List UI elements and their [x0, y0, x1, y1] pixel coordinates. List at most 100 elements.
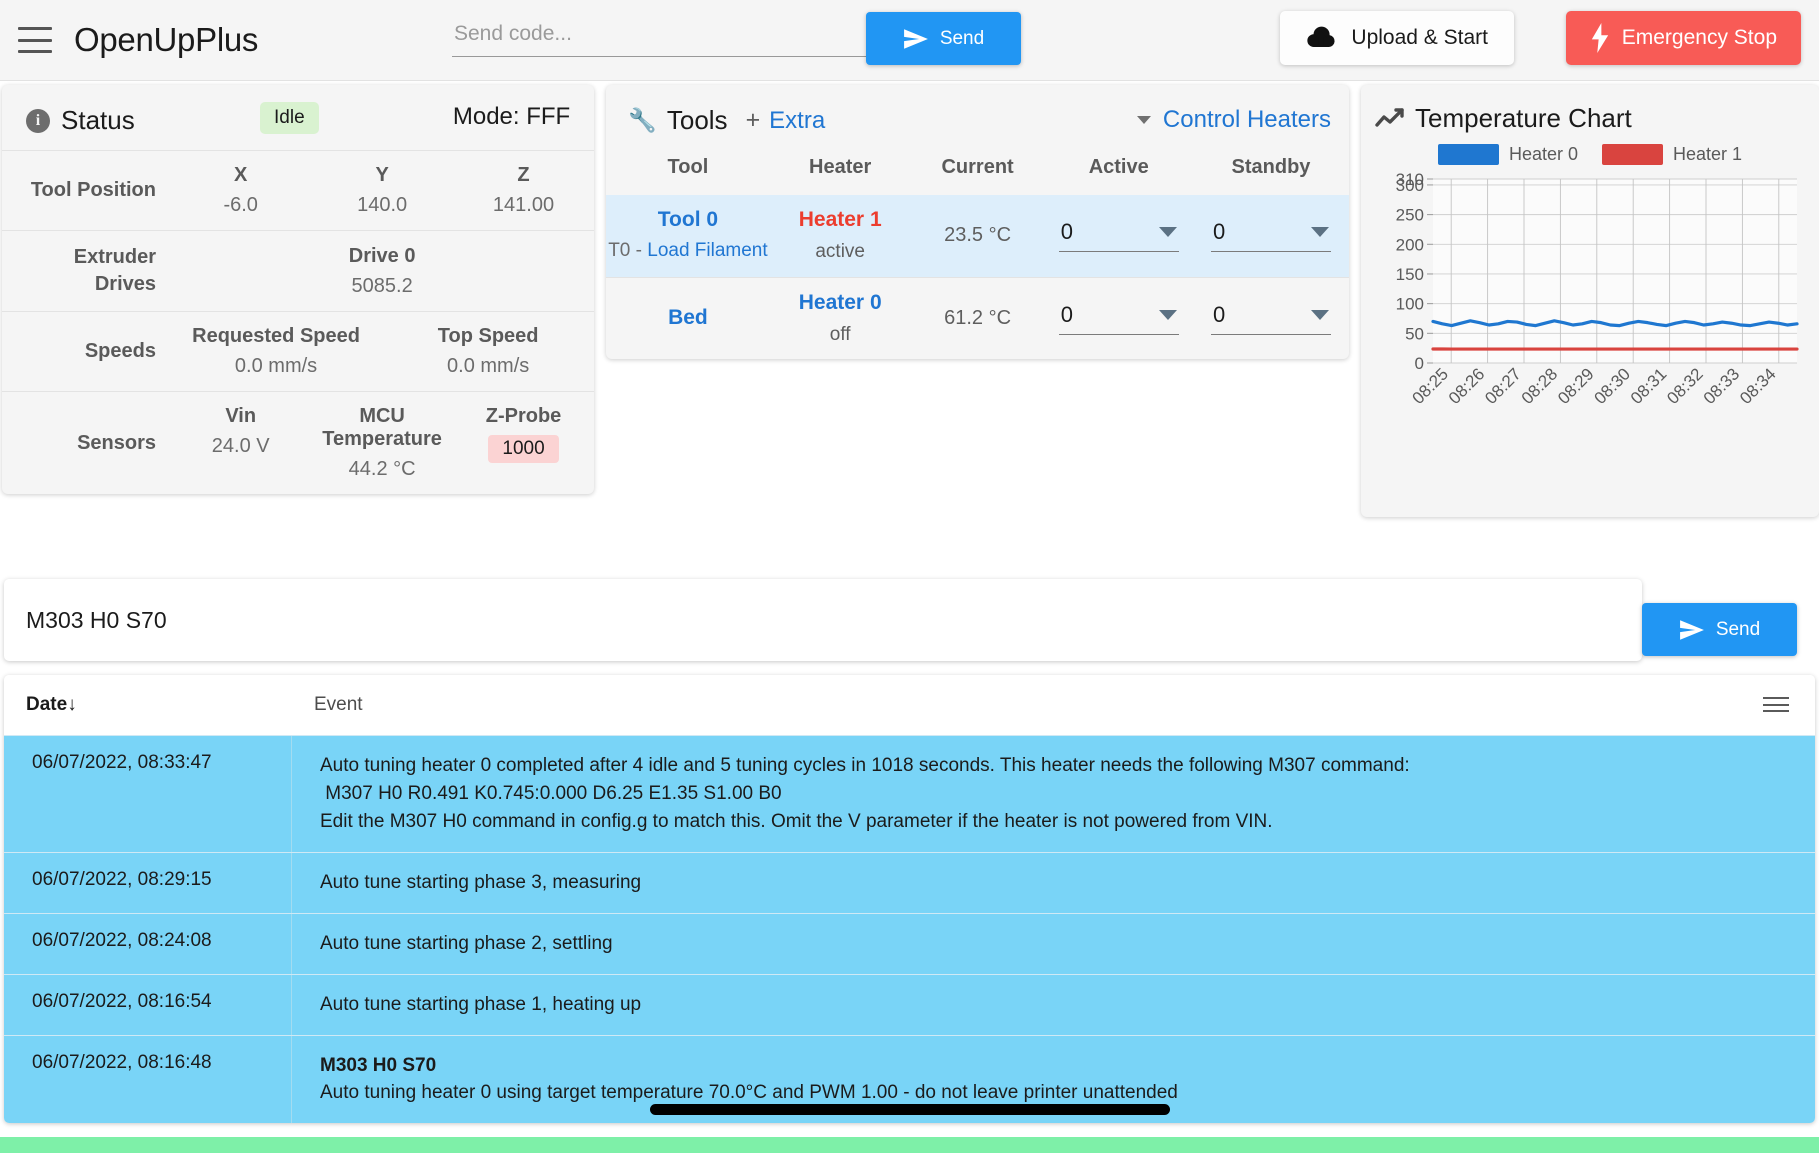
info-icon: i — [26, 108, 50, 133]
legend-swatch-heater1 — [1602, 144, 1663, 165]
status-row-tool-position: Tool Position X -6.0 Y 140.0 Z 141.00 — [2, 150, 595, 230]
status-cell-z-probe: Z-Probe 1000 — [453, 405, 594, 481]
upload-and-start-label: Upload & Start — [1351, 26, 1488, 49]
send-code-input[interactable] — [452, 18, 882, 57]
status-cell-value: 0.0 mm/s — [234, 355, 318, 377]
sort-descending-icon[interactable]: ↓ — [67, 694, 77, 715]
status-cell-head: Requested Speed — [192, 325, 360, 347]
legend-item-heater0[interactable]: Heater 0 — [1437, 144, 1578, 165]
control-heaters-link[interactable]: Control Heaters — [1163, 106, 1331, 134]
log-col-event[interactable]: Event — [314, 694, 363, 716]
app-brand-title: OpenUpPlus — [74, 21, 259, 58]
tools-panel-title: Tools — [666, 105, 728, 135]
standby-temperature-value: 0 — [1212, 301, 1226, 327]
status-cell-value: 24.0 V — [211, 435, 270, 457]
status-cell-value: 5085.2 — [351, 274, 413, 297]
tool-link[interactable]: Tool 0 — [606, 208, 769, 232]
status-cell-vin: Vin 24.0 V — [170, 405, 311, 481]
tools-panel: 🔧 Tools + Extra Control Heaters Tool Hea… — [606, 85, 1349, 359]
horizontal-scrollbar[interactable] — [649, 1104, 1170, 1116]
status-cell-head: X — [234, 164, 248, 186]
status-row-label: Tool Position — [30, 179, 156, 201]
active-temperature-value: 0 — [1060, 219, 1073, 245]
legend-label-heater0: Heater 0 — [1508, 144, 1578, 164]
status-mode-label: Mode: FFF — [452, 103, 571, 130]
svg-text:200: 200 — [1396, 235, 1424, 254]
wrench-icon: 🔧 — [628, 107, 657, 133]
app-header: OpenUpPlus Send Upload & Start Emergency… — [0, 0, 1819, 81]
chart-title: Temperature Chart — [1415, 103, 1632, 133]
status-row-extruder-drives: Extruder Drives Drive 0 5085.2 — [2, 230, 595, 311]
chevron-down-icon[interactable] — [1310, 309, 1329, 320]
chevron-down-icon[interactable] — [1136, 116, 1151, 124]
status-cell-requested-speed: Requested Speed 0.0 mm/s — [170, 325, 382, 378]
heater-state: off — [829, 323, 851, 345]
bed-link[interactable]: Bed — [606, 306, 769, 330]
dashboard-panels: i Status Idle Mode: FFF Tool Position X … — [0, 81, 1819, 561]
chevron-down-icon[interactable] — [1310, 227, 1329, 238]
log-row-date: 06/07/2022, 08:29:15 — [4, 852, 292, 913]
log-row-date: 06/07/2022, 08:33:47 — [4, 736, 292, 852]
console-send-button-label: Send — [1715, 618, 1761, 640]
status-cell-value: 141.00 — [492, 194, 555, 216]
console-send-button[interactable]: Send — [1642, 603, 1797, 656]
tools-table-row: Bed Heater 0 off 61.2 °C 0 0 — [606, 277, 1349, 359]
chevron-down-icon[interactable] — [1158, 227, 1177, 238]
extra-link[interactable]: Extra — [769, 107, 825, 135]
log-options-menu-icon[interactable] — [1763, 697, 1789, 712]
send-code-button[interactable]: Send — [866, 12, 1021, 65]
emergency-stop-button[interactable]: Emergency Stop — [1565, 11, 1801, 65]
heater-link[interactable]: Heater 0 — [770, 291, 911, 315]
svg-text:08:29: 08:29 — [1554, 364, 1598, 408]
active-temperature-dropdown[interactable]: 0 — [1058, 301, 1179, 335]
active-temperature-dropdown[interactable]: 0 — [1058, 219, 1179, 253]
svg-text:08:26: 08:26 — [1445, 364, 1489, 408]
svg-text:08:33: 08:33 — [1700, 364, 1744, 408]
status-cell-head: Z-Probe — [485, 405, 562, 427]
standby-temperature-dropdown[interactable]: 0 — [1210, 219, 1331, 253]
temperature-chart-panel: Temperature Chart Heater 0 Heater 1 0 50 1… — [1361, 85, 1819, 517]
legend-item-heater1[interactable]: Heater 1 — [1602, 144, 1742, 165]
send-code-field-wrap — [452, 18, 882, 57]
active-temperature-value: 0 — [1060, 301, 1073, 327]
upload-and-start-button[interactable]: Upload & Start — [1280, 11, 1514, 65]
log-col-date[interactable]: Date↓ — [26, 694, 314, 716]
standby-temperature-dropdown[interactable]: 0 — [1210, 301, 1331, 335]
load-filament-link[interactable]: Load Filament — [647, 240, 767, 261]
heater-state: active — [815, 241, 865, 263]
log-table-row: 06/07/2022, 08:24:08 Auto tune starting … — [4, 912, 1815, 974]
log-table-header: Date↓ Event — [4, 675, 1815, 735]
standby-temperature-value: 0 — [1212, 219, 1226, 245]
status-panel-title: Status — [61, 105, 135, 135]
col-tool: Tool — [667, 156, 709, 178]
control-heaters-group[interactable]: Control Heaters — [1136, 106, 1331, 134]
svg-text:50: 50 — [1405, 324, 1424, 343]
log-row-date: 06/07/2022, 08:24:08 — [4, 913, 292, 974]
log-row-event: Auto tune starting phase 2, settling — [320, 932, 613, 954]
status-cell-head: Z — [517, 164, 530, 186]
log-row-event: Auto tune starting phase 3, measuring — [320, 871, 642, 893]
heater-link[interactable]: Heater 1 — [770, 208, 911, 232]
console-log-table: Date↓ Event 06/07/2022, 08:33:47 Auto tu… — [4, 675, 1815, 1124]
svg-text:100: 100 — [1396, 295, 1424, 314]
active-temperature-cell: 0 — [1044, 277, 1193, 359]
col-standby: Standby — [1231, 156, 1311, 178]
console-command-input[interactable] — [26, 606, 1620, 634]
add-tool-plus-icon[interactable]: + — [746, 106, 761, 135]
tool-cell: Tool 0 T0 - Load Filament — [606, 195, 769, 277]
standby-temperature-cell: 0 — [1193, 277, 1349, 359]
temperature-line-chart: 05010015020025030031008:2508:2608:2708:2… — [1396, 170, 1799, 408]
send-arrow-icon — [1679, 619, 1704, 640]
status-cell-y: Y 140.0 — [311, 164, 452, 217]
tools-table-header-row: Tool Heater Current Active Standby — [606, 152, 1349, 195]
cloud-upload-icon — [1307, 26, 1336, 48]
chevron-down-icon[interactable] — [1158, 309, 1177, 320]
send-code-button-label: Send — [939, 27, 985, 49]
log-table-row: 06/07/2022, 08:16:54 Auto tune starting … — [4, 973, 1815, 1035]
log-row-message: Auto tuning heater 0 using target temper… — [320, 1082, 1178, 1104]
status-row-label: Speeds — [84, 340, 156, 362]
status-cell-head: Y — [375, 164, 389, 186]
hamburger-menu-icon[interactable] — [18, 27, 52, 53]
tools-panel-header: 🔧 Tools + Extra Control Heaters — [606, 85, 1349, 152]
tool-subtext: T0 - Load Filament — [606, 238, 769, 264]
